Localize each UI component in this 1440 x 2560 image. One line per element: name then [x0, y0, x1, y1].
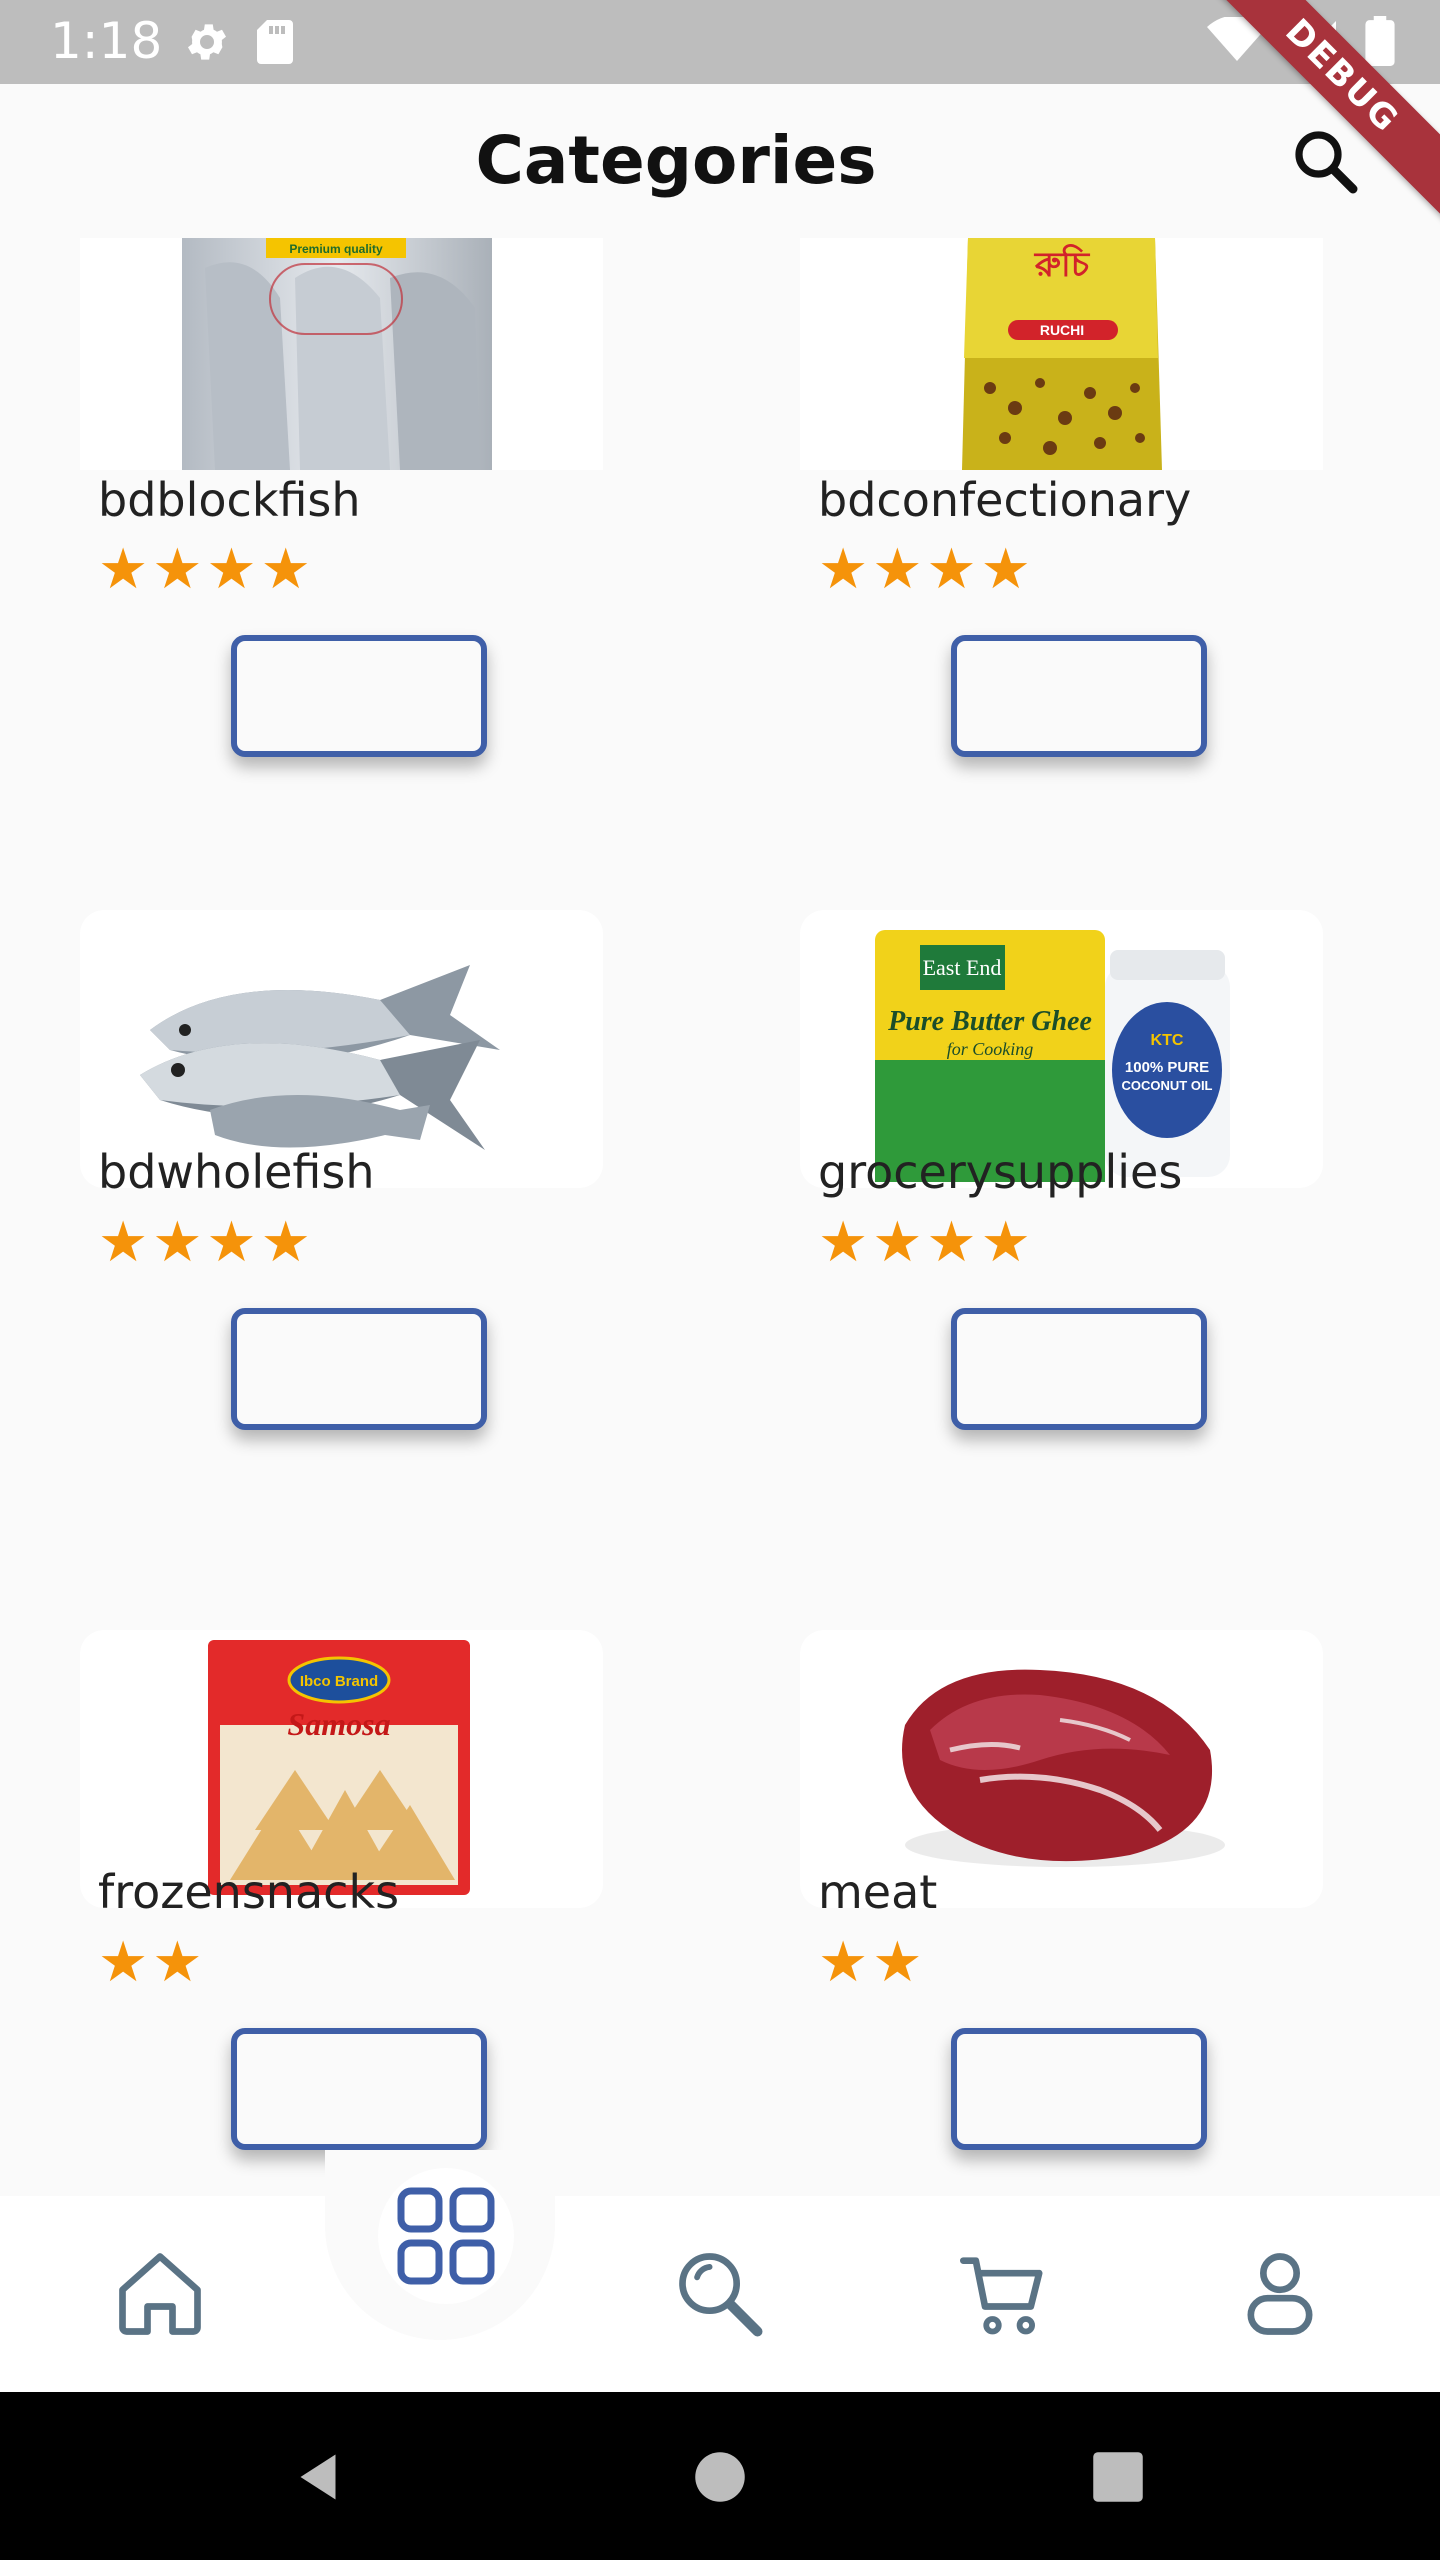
search-button[interactable] — [1290, 126, 1362, 198]
category-action-button[interactable] — [951, 635, 1207, 757]
status-left-icons — [183, 18, 297, 66]
category-action-button[interactable] — [231, 1308, 487, 1430]
category-grid[interactable]: Premium quality bdblockfish ★★★★ রুচি RU… — [0, 238, 1440, 2196]
rating-stars: ★★★★ — [818, 537, 1035, 602]
nav-cart[interactable] — [950, 2239, 1060, 2349]
rating-stars: ★★ — [818, 1930, 927, 1995]
profile-icon — [1247, 2253, 1313, 2335]
samosa-brand: Ibco Brand — [300, 1673, 378, 1690]
rating-stars: ★★★★ — [98, 537, 315, 602]
category-name: grocerysupplies — [818, 1145, 1183, 1199]
category-name: frozensnacks — [98, 1865, 400, 1919]
home-icon — [119, 2253, 201, 2335]
recents-button[interactable] — [1073, 2432, 1163, 2522]
rating-stars: ★★★★ — [98, 1210, 315, 1275]
categories-icon — [397, 2187, 495, 2285]
category-image: Premium quality — [80, 238, 603, 470]
category-image: রুচি RUCHI — [800, 238, 1323, 470]
category-card[interactable]: রুচি RUCHI bdconfectionary ★★★★ — [800, 238, 1323, 757]
category-action-button[interactable] — [231, 2028, 487, 2150]
home-circle-icon — [695, 2452, 745, 2502]
app-bar: Categories — [0, 84, 1440, 238]
chanachur-pack-image: রুচি RUCHI — [962, 238, 1162, 470]
category-name: bdblockfish — [98, 473, 361, 527]
home-system-button[interactable] — [675, 2432, 765, 2522]
category-card[interactable]: bdwholefish ★★★★ — [80, 910, 603, 1430]
category-action-button[interactable] — [231, 635, 487, 757]
search-icon — [679, 2253, 763, 2337]
system-navigation-bar — [0, 2392, 1440, 2560]
settings-icon — [188, 24, 226, 60]
back-button[interactable] — [273, 2432, 363, 2522]
category-action-button[interactable] — [951, 1308, 1207, 1430]
category-card[interactable]: Ibco Brand Samosa frozensnacks ★★ — [80, 1630, 603, 2150]
status-time: 1:18 — [50, 12, 163, 70]
ghee-sub: for Cooking — [947, 1039, 1034, 1059]
page-title: Categories — [475, 122, 877, 199]
rating-stars: ★★ — [98, 1930, 207, 1995]
nav-home[interactable] — [105, 2239, 215, 2349]
recents-icon — [1093, 2452, 1143, 2502]
chanachur-brand: RUCHI — [1040, 322, 1084, 338]
rating-stars: ★★★★ — [818, 1210, 1035, 1275]
oil-brand: KTC — [1151, 1032, 1184, 1049]
category-card[interactable]: meat ★★ — [800, 1630, 1323, 2150]
frozen-fish-pack-image: Premium quality — [182, 238, 492, 470]
battery-icon — [1365, 16, 1395, 66]
bottom-navigation — [0, 2196, 1440, 2392]
nav-search[interactable] — [665, 2239, 775, 2349]
status-bar: 1:18 — [0, 0, 1440, 84]
chanachur-bengali-label: রুচি — [1034, 244, 1091, 285]
nav-profile[interactable] — [1225, 2239, 1335, 2349]
oil-name-1: 100% PURE — [1125, 1059, 1209, 1076]
samosa-name: Samosa — [287, 1706, 390, 1742]
category-name: meat — [818, 1865, 938, 1919]
search-icon — [1295, 131, 1358, 194]
category-card[interactable]: Premium quality bdblockfish ★★★★ — [80, 238, 603, 757]
ghee-brand: East End — [923, 955, 1002, 980]
screen: 1:18 DEBUG Categories Premium quality bd… — [0, 0, 1440, 2560]
sd-card-icon — [257, 20, 293, 64]
category-name: bdwholefish — [98, 1145, 375, 1199]
nav-categories[interactable] — [378, 2168, 514, 2304]
back-icon — [300, 2454, 336, 2500]
category-card[interactable]: East End Pure Butter Ghee for Cooking KT… — [800, 910, 1323, 1430]
category-name: bdconfectionary — [818, 473, 1192, 527]
cart-icon — [960, 2257, 1043, 2335]
category-action-button[interactable] — [951, 2028, 1207, 2150]
oil-name-2: COCONUT OIL — [1122, 1078, 1213, 1093]
fish-pack-label: Premium quality — [289, 242, 383, 256]
ghee-name: Pure Butter Ghee — [887, 1006, 1092, 1037]
